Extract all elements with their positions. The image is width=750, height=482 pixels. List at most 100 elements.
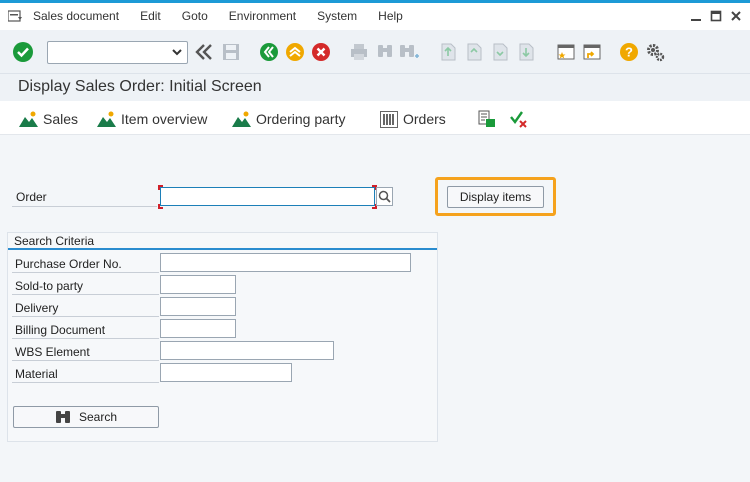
menu-icon[interactable] — [8, 10, 22, 22]
find-next-button[interactable] — [398, 41, 420, 63]
orders-label: Orders — [403, 111, 446, 127]
ordering-party-mountain-icon — [232, 111, 251, 127]
maximize-icon[interactable] — [710, 10, 722, 22]
delivery-underline — [12, 316, 159, 317]
find-next-icon — [400, 45, 419, 58]
title-bar: Display Sales Order: Initial Screen — [0, 74, 750, 101]
document-flow-icon — [478, 110, 495, 127]
search-icon — [378, 190, 391, 203]
enter-icon — [13, 42, 33, 62]
sales-mountain-icon — [19, 111, 38, 127]
menu-system[interactable]: System — [317, 9, 357, 23]
print-button[interactable] — [348, 41, 370, 63]
svg-text:?: ? — [625, 45, 633, 60]
help-icon: ? — [620, 43, 638, 61]
main-content: Order Display items Search Criteria Purc… — [0, 136, 750, 482]
delivery-input[interactable] — [160, 297, 236, 316]
status-overview-button[interactable] — [510, 109, 528, 129]
wbs-element-underline — [12, 360, 159, 361]
item-overview-button[interactable]: Item overview — [97, 109, 207, 129]
table-icon — [380, 110, 398, 128]
material-underline — [12, 382, 159, 383]
search-button-label: Search — [78, 410, 118, 424]
cancel-button[interactable] — [310, 41, 332, 63]
menu-help[interactable]: Help — [378, 9, 403, 23]
search-criteria-title: Search Criteria — [14, 234, 95, 248]
save-button[interactable] — [220, 41, 242, 63]
item-overview-mountain-icon — [97, 111, 116, 127]
print-icon — [351, 44, 367, 60]
last-page-button[interactable] — [515, 41, 537, 63]
ordering-party-label: Ordering party — [256, 111, 346, 127]
purchase-order-underline — [12, 272, 159, 273]
material-input[interactable] — [160, 363, 292, 382]
menu-items: Sales document Edit Goto Environment Sys… — [33, 9, 424, 23]
back-navigation-button[interactable] — [193, 41, 215, 63]
create-shortcut-button[interactable] — [581, 41, 603, 63]
search-criteria-divider — [8, 248, 437, 250]
menu-sales-document[interactable]: Sales document — [33, 9, 119, 23]
search-button[interactable]: Search — [13, 406, 159, 428]
sold-to-party-label: Sold-to party — [15, 279, 84, 293]
create-session-button[interactable] — [555, 41, 577, 63]
first-page-button[interactable] — [437, 41, 459, 63]
application-toolbar: Sales Item overview Ordering party Order… — [0, 101, 750, 135]
billing-document-label: Billing Document — [15, 323, 106, 337]
exit-icon — [286, 43, 304, 61]
material-label: Material — [15, 367, 58, 381]
next-page-icon — [493, 43, 508, 61]
gear-icon — [647, 44, 665, 62]
enter-button[interactable] — [12, 41, 34, 63]
first-page-icon — [441, 43, 456, 61]
create-shortcut-icon — [583, 44, 601, 60]
back-button[interactable] — [258, 41, 280, 63]
back-icon — [260, 43, 278, 61]
sold-to-party-input[interactable] — [160, 275, 236, 294]
menu-goto[interactable]: Goto — [182, 9, 208, 23]
order-label-underline — [12, 206, 157, 207]
find-button[interactable] — [374, 41, 396, 63]
sold-to-party-underline — [12, 294, 159, 295]
delivery-label: Delivery — [15, 301, 59, 315]
save-icon — [223, 44, 239, 60]
command-field[interactable] — [47, 41, 188, 64]
next-page-button[interactable] — [489, 41, 511, 63]
customize-layout-button[interactable] — [644, 41, 666, 63]
item-overview-label: Item overview — [121, 111, 208, 127]
create-session-icon — [557, 44, 575, 60]
minimize-icon[interactable] — [690, 10, 702, 22]
previous-page-button[interactable] — [463, 41, 485, 63]
sales-button[interactable]: Sales — [19, 109, 78, 129]
ordering-party-button[interactable]: Ordering party — [232, 109, 345, 129]
chevron-down-icon[interactable] — [171, 46, 183, 58]
close-icon[interactable] — [730, 10, 742, 22]
last-page-icon — [519, 43, 534, 61]
orders-button[interactable]: Orders — [380, 109, 446, 129]
display-items-button[interactable]: Display items — [447, 186, 544, 208]
sales-label: Sales — [43, 111, 79, 127]
command-input[interactable] — [50, 44, 168, 61]
search-criteria-group: Search Criteria Purchase Order No. Sold-… — [7, 232, 438, 442]
order-value-help-button[interactable] — [376, 187, 393, 206]
order-label: Order — [16, 190, 47, 204]
wbs-element-input[interactable] — [160, 341, 334, 360]
purchase-order-label: Purchase Order No. — [15, 257, 122, 271]
find-icon — [378, 45, 392, 57]
required-marker-top-left — [158, 185, 163, 190]
menu-bar: Sales document Edit Goto Environment Sys… — [0, 3, 750, 30]
required-marker-bottom-left — [158, 204, 163, 209]
billing-document-input[interactable] — [160, 319, 236, 338]
help-button[interactable]: ? — [618, 41, 640, 63]
purchase-order-input[interactable] — [160, 253, 411, 272]
order-input[interactable] — [160, 187, 375, 206]
billing-document-underline — [12, 338, 159, 339]
double-chevron-left-icon — [195, 44, 212, 60]
cancel-icon — [312, 43, 330, 61]
previous-page-icon — [467, 43, 482, 61]
page-title: Display Sales Order: Initial Screen — [18, 78, 262, 95]
menu-environment[interactable]: Environment — [229, 9, 296, 23]
wbs-element-label: WBS Element — [15, 345, 90, 359]
exit-button[interactable] — [284, 41, 306, 63]
menu-edit[interactable]: Edit — [140, 9, 161, 23]
document-flow-button[interactable] — [478, 109, 496, 129]
